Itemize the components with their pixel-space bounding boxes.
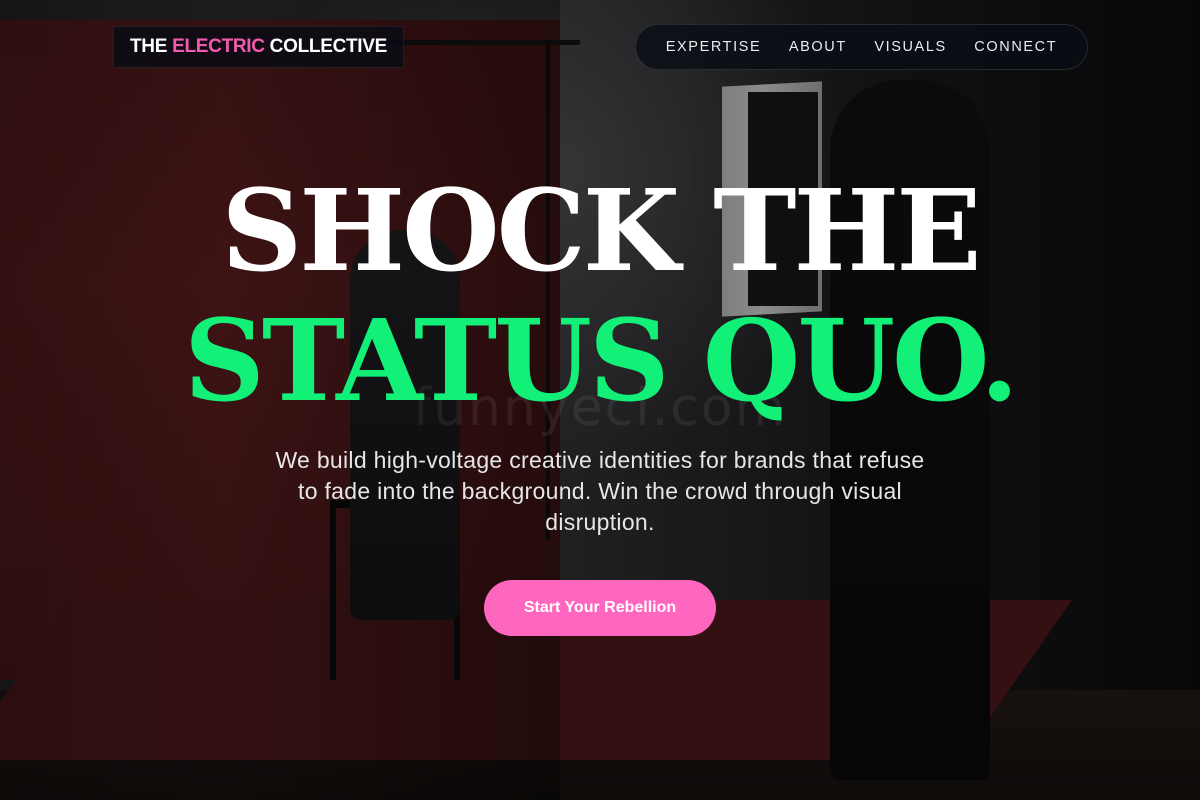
- brand-part2: COLLECTIVE: [264, 36, 388, 57]
- start-rebellion-button[interactable]: Start Your Rebellion: [484, 580, 716, 636]
- nav-about[interactable]: ABOUT: [789, 39, 847, 55]
- hero-headline-line2: STATUS QUO.: [184, 296, 1019, 427]
- brand-logo[interactable]: THE ELECTRIC COLLECTIVE: [113, 26, 405, 68]
- main-nav: EXPERTISE ABOUT VISUALS CONNECT: [635, 24, 1088, 70]
- nav-expertise[interactable]: EXPERTISE: [666, 39, 762, 55]
- hero-subtitle: We build high-voltage creative identitie…: [275, 447, 925, 535]
- brand-part1: THE: [130, 36, 173, 57]
- nav-connect[interactable]: CONNECT: [974, 39, 1057, 55]
- hero-headline-line1: SHOCK THE: [221, 166, 981, 297]
- nav-visuals[interactable]: VISUALS: [874, 39, 946, 55]
- brand-accent: ELECTRIC: [172, 36, 265, 57]
